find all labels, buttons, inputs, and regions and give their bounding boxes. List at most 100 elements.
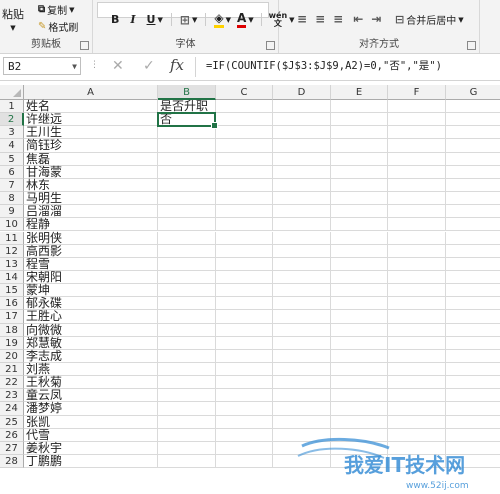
- cell-a7[interactable]: 林东: [24, 179, 158, 193]
- cell-g17[interactable]: [446, 310, 500, 324]
- cell-c24[interactable]: [216, 402, 273, 416]
- cell-g23[interactable]: [446, 389, 500, 403]
- cell-f21[interactable]: [388, 363, 446, 377]
- cell-d12[interactable]: [273, 244, 331, 258]
- cell-g25[interactable]: [446, 416, 500, 429]
- cell-a5[interactable]: 焦磊: [24, 152, 158, 166]
- cell-c15[interactable]: [216, 284, 273, 298]
- cell-d23[interactable]: [273, 389, 331, 403]
- cell-c7[interactable]: [216, 178, 273, 193]
- row-header[interactable]: 26: [0, 428, 24, 442]
- font-color-icon[interactable]: A: [236, 11, 247, 28]
- cell-d7[interactable]: [273, 178, 331, 193]
- border-icon[interactable]: ⊞: [180, 13, 190, 27]
- row-header[interactable]: 18: [0, 323, 24, 337]
- cell-g26[interactable]: [446, 429, 500, 442]
- cell-g2[interactable]: [446, 113, 500, 127]
- row-header[interactable]: 1: [0, 100, 24, 114]
- cell-d18[interactable]: [273, 323, 331, 337]
- cell-e16[interactable]: [331, 297, 388, 311]
- cell-b8[interactable]: [158, 192, 216, 206]
- cell-c3[interactable]: [216, 126, 273, 140]
- cell-g9[interactable]: [446, 205, 500, 219]
- cell-c27[interactable]: [216, 441, 273, 456]
- cell-g19[interactable]: [446, 337, 500, 350]
- cell-b21[interactable]: [158, 363, 216, 377]
- cell-e20[interactable]: [331, 349, 388, 363]
- cell-g18[interactable]: [446, 324, 500, 337]
- cell-b16[interactable]: [158, 297, 216, 311]
- column-header-c[interactable]: C: [216, 85, 273, 100]
- cell-b25[interactable]: [158, 415, 216, 429]
- cell-g11[interactable]: [446, 232, 500, 245]
- cell-f4[interactable]: [388, 139, 446, 153]
- row-header[interactable]: 9: [0, 205, 24, 219]
- cell-c28[interactable]: [216, 455, 273, 469]
- cell-f28[interactable]: [388, 455, 446, 469]
- cell-f12[interactable]: [388, 244, 446, 258]
- cell-c1[interactable]: [216, 100, 273, 114]
- cell-d11[interactable]: [273, 231, 331, 245]
- cell-a24[interactable]: 潘梦婷: [24, 402, 158, 416]
- cell-b3[interactable]: [158, 126, 216, 140]
- select-all-corner[interactable]: [0, 85, 24, 100]
- cell-g4[interactable]: [446, 139, 500, 153]
- cell-d21[interactable]: [273, 363, 331, 377]
- cell-c13[interactable]: [216, 257, 273, 271]
- row-header[interactable]: 5: [0, 152, 24, 166]
- cell-f15[interactable]: [388, 284, 446, 298]
- cell-e22[interactable]: [331, 376, 388, 390]
- row-header[interactable]: 20: [0, 349, 24, 363]
- insert-function-icon[interactable]: fx: [170, 56, 184, 74]
- cell-f18[interactable]: [388, 323, 446, 337]
- cell-d19[interactable]: [273, 336, 331, 350]
- cell-g15[interactable]: [446, 284, 500, 298]
- cell-d28[interactable]: [273, 455, 331, 469]
- cell-d8[interactable]: [273, 192, 331, 206]
- dialog-launcher-icon[interactable]: [467, 41, 476, 50]
- copy-button[interactable]: ⧉ 复制 ▼: [38, 2, 75, 17]
- cell-e5[interactable]: [331, 152, 388, 166]
- cell-b5[interactable]: [158, 152, 216, 166]
- cell-c9[interactable]: [216, 205, 273, 219]
- fill-color-icon[interactable]: ◈: [214, 11, 224, 28]
- cell-f26[interactable]: [388, 428, 446, 442]
- cell-e26[interactable]: [331, 428, 388, 442]
- cell-f20[interactable]: [388, 349, 446, 363]
- cell-a12[interactable]: 高西影: [24, 244, 158, 258]
- cell-g13[interactable]: [446, 258, 500, 271]
- cell-b9[interactable]: [158, 205, 216, 219]
- row-header[interactable]: 14: [0, 270, 24, 285]
- row-header[interactable]: 11: [0, 231, 24, 245]
- cell-b27[interactable]: [158, 441, 216, 456]
- cell-d16[interactable]: [273, 297, 331, 311]
- cell-a19[interactable]: 郑慧敏: [24, 337, 158, 350]
- dialog-launcher-icon[interactable]: [266, 41, 275, 50]
- underline-icon[interactable]: U: [147, 13, 156, 26]
- row-header[interactable]: 4: [0, 139, 24, 153]
- cell-a2[interactable]: 许继远: [24, 113, 158, 127]
- cell-b7[interactable]: [158, 178, 216, 193]
- row-header[interactable]: 19: [0, 336, 24, 350]
- cell-a10[interactable]: 程静: [24, 218, 158, 232]
- cell-b4[interactable]: [158, 139, 216, 153]
- cell-d2[interactable]: [273, 113, 331, 127]
- cell-d6[interactable]: [273, 165, 331, 179]
- cell-e3[interactable]: [331, 126, 388, 140]
- row-header[interactable]: 8: [0, 192, 24, 206]
- cell-f14[interactable]: [388, 270, 446, 285]
- cell-d25[interactable]: [273, 415, 331, 429]
- cell-f23[interactable]: [388, 389, 446, 403]
- cell-g8[interactable]: [446, 192, 500, 206]
- row-header[interactable]: 23: [0, 389, 24, 403]
- cell-a26[interactable]: 代雪: [24, 429, 158, 442]
- cell-d3[interactable]: [273, 126, 331, 140]
- cell-c10[interactable]: [216, 218, 273, 232]
- cell-f8[interactable]: [388, 192, 446, 206]
- row-header[interactable]: 27: [0, 441, 24, 456]
- name-box[interactable]: B2 ▼: [3, 57, 81, 75]
- column-header-g[interactable]: G: [446, 85, 500, 100]
- cell-d26[interactable]: [273, 428, 331, 442]
- chevron-down-icon[interactable]: ▼: [72, 58, 77, 76]
- cell-b13[interactable]: [158, 257, 216, 271]
